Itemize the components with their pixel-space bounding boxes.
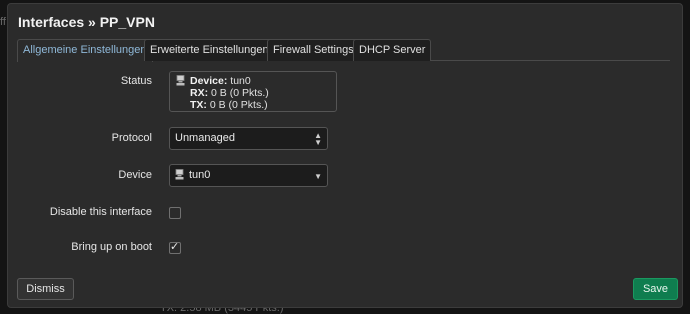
status-rx-label: RX: [190,87,209,99]
disable-interface-checkbox[interactable] [169,207,181,219]
status-device-value: tun0 [230,75,251,87]
status-rx-value: 0 B (0 Pkts.) [211,87,269,99]
tab-bar: Allgemeine Einstellungen Erweiterte Eins… [17,39,670,62]
background-fragment-text: ff [0,16,6,28]
network-device-icon [176,75,185,86]
protocol-select[interactable]: Unmanaged ▲ ▼ [169,127,328,150]
modal-title: Interfaces » PP_VPN [18,14,155,30]
tab-firewall[interactable]: Firewall Settings [267,39,360,61]
dismiss-button[interactable]: Dismiss [17,278,74,300]
boot-label: Bring up on boot [71,241,152,253]
status-tx-label: TX: [190,99,207,111]
device-select-value: tun0 [189,169,211,181]
status-label: Status [120,75,152,87]
tab-general[interactable]: Allgemeine Einstellungen [17,39,153,62]
tab-advanced[interactable]: Erweiterte Einstellungen [144,39,275,61]
device-label: Device [118,169,152,181]
status-box: Device: tun0 RX: 0 B (0 Pkts.) TX: 0 B (… [169,71,337,112]
tab-dhcp[interactable]: DHCP Server [353,39,432,61]
network-device-icon [175,169,184,180]
status-tx-value: 0 B (0 Pkts.) [209,99,268,111]
interface-modal: Interfaces » PP_VPN Allgemeine Einstellu… [7,3,683,308]
updown-arrows-icon: ▲ ▼ [314,131,322,147]
status-device-label: Device: [190,75,228,87]
disable-interface-label: Disable this interface [49,206,152,218]
save-button[interactable]: Save [633,278,678,300]
protocol-label: Protocol [111,132,152,144]
device-select[interactable]: tun0 ▼ [169,164,328,187]
checkmark-icon: ✓ [170,241,180,253]
boot-checkbox[interactable]: ✓ [169,241,181,254]
protocol-select-value: Unmanaged [175,132,235,144]
chevron-down-icon: ▼ [314,172,322,181]
